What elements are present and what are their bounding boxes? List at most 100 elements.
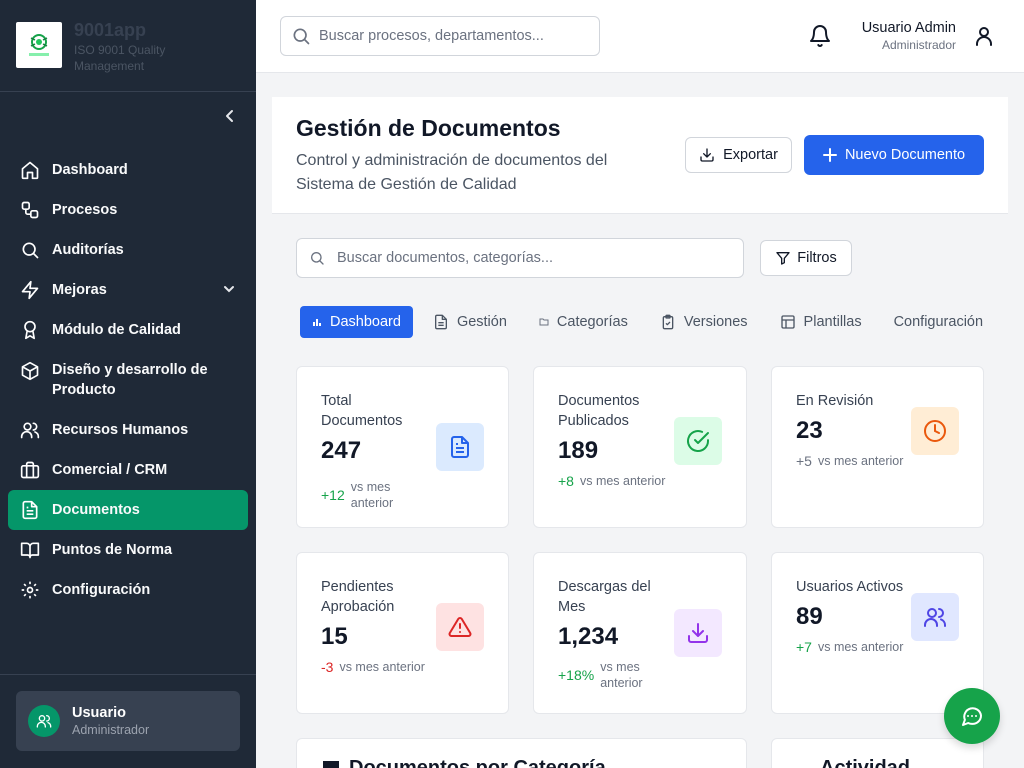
stat-card-publicados: Documentos Publicados 189 +8 vs mes ante… — [533, 366, 747, 528]
brand-subtitle: ISO 9001 Quality Management — [74, 43, 166, 73]
stat-delta: +5 vs mes anterior — [796, 453, 903, 469]
global-search[interactable] — [280, 16, 600, 56]
file-text-icon — [434, 314, 447, 330]
global-search-input[interactable] — [319, 28, 589, 44]
stat-value: 89 — [796, 603, 823, 630]
sidebar-item-label: Diseño y desarrollo de Producto — [52, 362, 208, 398]
tab-categorias[interactable]: Categorías — [527, 306, 640, 338]
chat-button[interactable] — [944, 688, 1000, 744]
stat-title: Total Documentos — [321, 393, 403, 429]
download-icon — [674, 609, 722, 657]
sidebar-user-role: Administrador — [72, 723, 150, 737]
stat-value: 189 — [558, 437, 599, 464]
stat-change: -3 — [321, 659, 334, 675]
filters-button-label: Filtros — [797, 250, 837, 266]
avatar — [28, 705, 60, 737]
tab-label: Versiones — [683, 314, 748, 330]
stat-title: Usuarios Activos — [796, 579, 904, 595]
search-icon — [293, 28, 310, 45]
filter-icon — [776, 252, 790, 265]
stat-title: Documentos Publicados — [558, 393, 640, 429]
sidebar-item-mejoras[interactable]: Mejoras — [8, 270, 248, 310]
sidebar-item-auditorias[interactable]: Auditorías — [8, 230, 248, 270]
new-document-button[interactable]: Nuevo Documento — [804, 135, 984, 175]
tab-label: Dashboard — [330, 314, 401, 330]
folder-icon — [539, 318, 549, 326]
sidebar-item-label: Comercial / CRM — [52, 462, 168, 478]
document-search-input[interactable] — [337, 250, 727, 266]
tab-configuracion[interactable]: Configuración — [882, 306, 995, 338]
sidebar-item-label: Módulo de Calidad — [52, 322, 181, 338]
download-icon — [700, 148, 714, 162]
users-icon — [911, 593, 959, 641]
zap-icon — [20, 280, 40, 300]
tab-plantillas[interactable]: Plantillas — [768, 306, 874, 338]
brand-name: 9001app — [74, 20, 147, 40]
stat-change: +5 — [796, 453, 812, 469]
clock-icon — [911, 407, 959, 455]
document-search[interactable] — [296, 238, 744, 278]
sidebar-item-crm[interactable]: Comercial / CRM — [8, 450, 248, 490]
collapse-sidebar-button[interactable] — [220, 106, 240, 126]
page-header: Gestión de Documentos Control y administ… — [272, 97, 1008, 214]
tab-label: Plantillas — [803, 314, 862, 330]
stat-value: 15 — [321, 623, 348, 650]
clipboard-icon — [662, 314, 674, 330]
stat-period: vs mes anterior — [600, 660, 643, 690]
export-button[interactable]: Exportar — [685, 137, 792, 173]
sidebar-item-procesos[interactable]: Procesos — [8, 190, 248, 230]
stat-change: +12 — [321, 487, 345, 503]
stat-delta: +8 vs mes anterior — [558, 473, 665, 489]
bar-chart-icon — [313, 319, 321, 326]
page-title: Gestión de Documentos — [296, 115, 561, 141]
sidebar-item-dashboard[interactable]: Dashboard — [8, 150, 248, 190]
stat-period: vs mes anterior — [350, 480, 394, 510]
filters-button[interactable]: Filtros — [760, 240, 852, 276]
chevron-down-icon[interactable] — [222, 282, 236, 300]
stat-card-pendientes: Pendientes Aprobación 15 -3 vs mes anter… — [296, 552, 509, 714]
book-open-icon — [20, 540, 40, 560]
topbar: Usuario Admin Administrador — [256, 0, 1024, 73]
bell-icon[interactable] — [808, 24, 832, 48]
package-icon — [20, 361, 40, 381]
sidebar-item-configuracion[interactable]: Configuración — [8, 570, 248, 610]
search-icon — [20, 240, 40, 260]
header-user[interactable]: Usuario Admin Administrador — [862, 19, 956, 54]
stat-delta: -3 vs mes anterior — [321, 659, 425, 675]
stat-change: +8 — [558, 473, 574, 489]
sidebar-item-rrhh[interactable]: Recursos Humanos — [8, 410, 248, 450]
sidebar-user-name: Usuario — [72, 705, 126, 721]
sidebar-user-card[interactable]: Usuario Administrador — [16, 691, 240, 751]
stat-change: +7 — [796, 639, 812, 655]
sidebar-item-diseno[interactable]: Diseño y desarrollo de Producto — [8, 350, 248, 410]
tab-versiones[interactable]: Versiones — [648, 306, 760, 338]
section-title-text: Documentos por Categoría — [349, 757, 606, 768]
brand-logo — [16, 22, 62, 68]
sidebar-item-calidad[interactable]: Módulo de Calidad — [8, 310, 248, 350]
sidebar-footer: Usuario Administrador — [0, 674, 256, 768]
sidebar-item-label: Procesos — [52, 202, 118, 218]
sidebar-item-norma[interactable]: Puntos de Norma — [8, 530, 248, 570]
header-user-name: Usuario Admin — [861, 20, 956, 36]
tab-label: Categorías — [556, 314, 628, 330]
chevron-left-icon — [226, 110, 233, 122]
alert-triangle-icon — [436, 603, 484, 651]
stat-title: Pendientes Aprobación — [321, 579, 395, 615]
search-icon — [311, 251, 324, 265]
workflow-icon — [20, 200, 40, 220]
bar-chart-icon — [323, 760, 339, 768]
sidebar-item-documentos[interactable]: Documentos — [8, 490, 248, 530]
home-icon — [20, 160, 40, 180]
stat-card-descargas: Descargas del Mes 1,234 +18% vs mes ante… — [533, 552, 747, 714]
sidebar-item-label: Configuración — [52, 582, 151, 598]
stat-value: 247 — [321, 437, 362, 464]
tab-dashboard[interactable]: Dashboard — [300, 306, 413, 338]
new-document-button-label: Nuevo Documento — [844, 147, 966, 163]
gear-icon — [20, 580, 40, 600]
stat-period: vs mes anterior — [817, 454, 904, 468]
tab-gestion[interactable]: Gestión — [421, 306, 519, 338]
user-icon[interactable] — [972, 24, 996, 48]
brand: 9001app ISO 9001 Quality Management — [0, 0, 256, 92]
stat-title: En Revisión — [796, 393, 874, 409]
stat-card-revision: En Revisión 23 +5 vs mes anterior — [771, 366, 984, 528]
